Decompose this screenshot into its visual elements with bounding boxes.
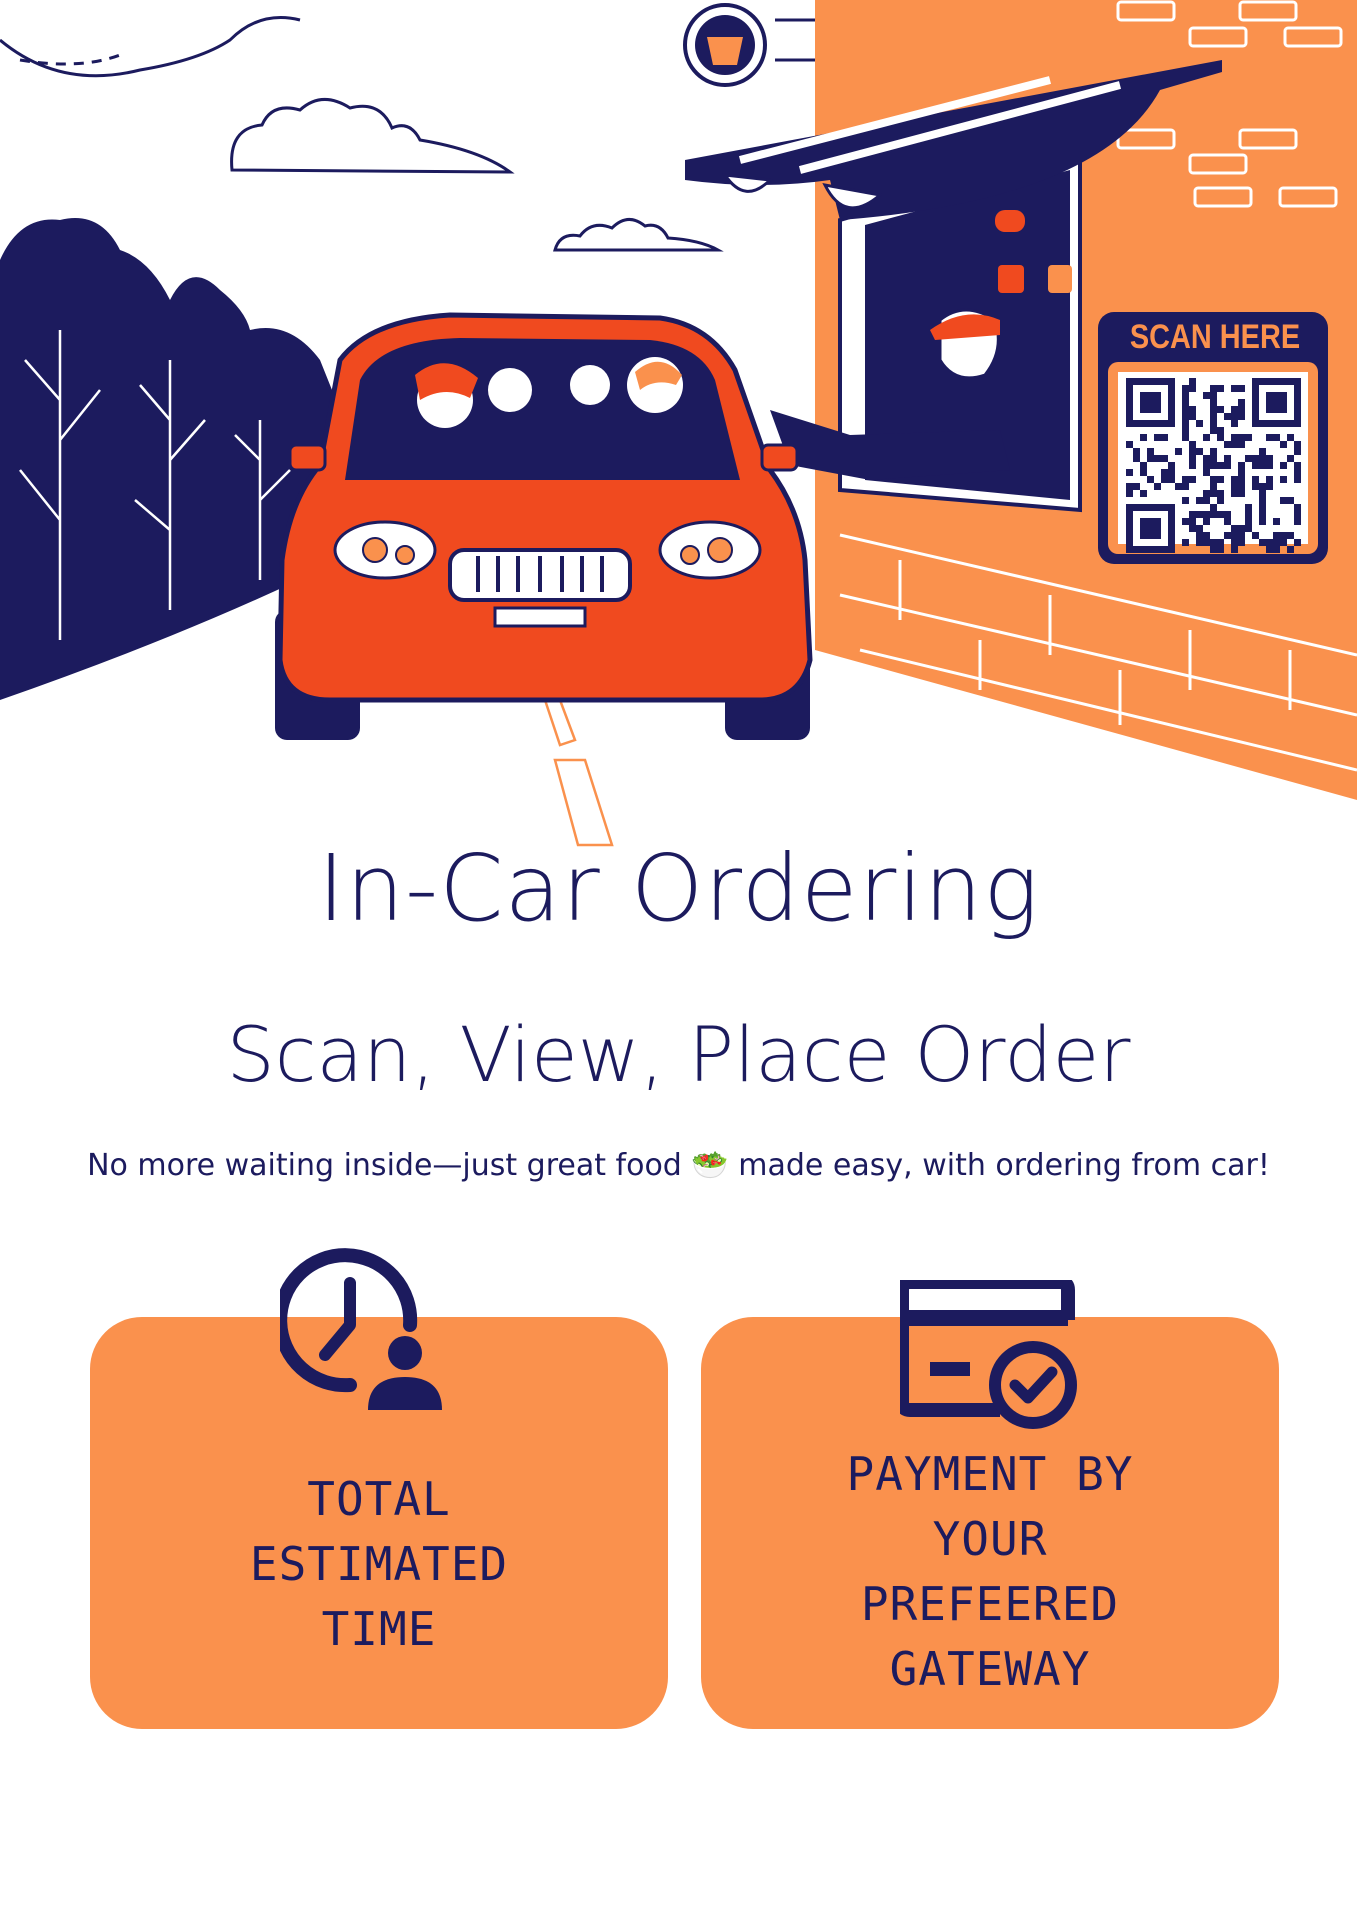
feature-text-payment: PAYMENT BY YOUR PREFEERED GATEWAY bbox=[701, 1442, 1279, 1702]
feature-line: TIME bbox=[321, 1602, 437, 1656]
feature-text-time: TOTAL ESTIMATED TIME bbox=[90, 1467, 668, 1662]
page-subtitle: Scan, View, Place Order bbox=[226, 1010, 1131, 1099]
tagline: No more waiting inside—just great food 🥗… bbox=[87, 1148, 1270, 1183]
cup-sign-icon bbox=[683, 3, 815, 87]
road-lines bbox=[543, 698, 614, 847]
cloud-icon bbox=[230, 98, 515, 174]
feature-line: PAYMENT BY bbox=[846, 1447, 1134, 1501]
drive-thru-illustration bbox=[0, 0, 1357, 847]
feature-line: ESTIMATED bbox=[249, 1537, 509, 1591]
feature-line: GATEWAY bbox=[889, 1642, 1091, 1696]
cloud-icon bbox=[0, 16, 301, 78]
feature-line: TOTAL bbox=[307, 1472, 451, 1526]
red-car bbox=[275, 312, 813, 740]
feature-line: PREFEERED bbox=[860, 1577, 1120, 1631]
cloud-icon bbox=[553, 218, 724, 252]
clock-user-icon bbox=[280, 1248, 442, 1410]
page-title: In-Car Ordering bbox=[317, 835, 1040, 942]
scan-here-label: SCAN HERE bbox=[1129, 318, 1301, 356]
feature-line: YOUR bbox=[932, 1512, 1048, 1566]
card-check-icon bbox=[900, 1280, 1077, 1429]
